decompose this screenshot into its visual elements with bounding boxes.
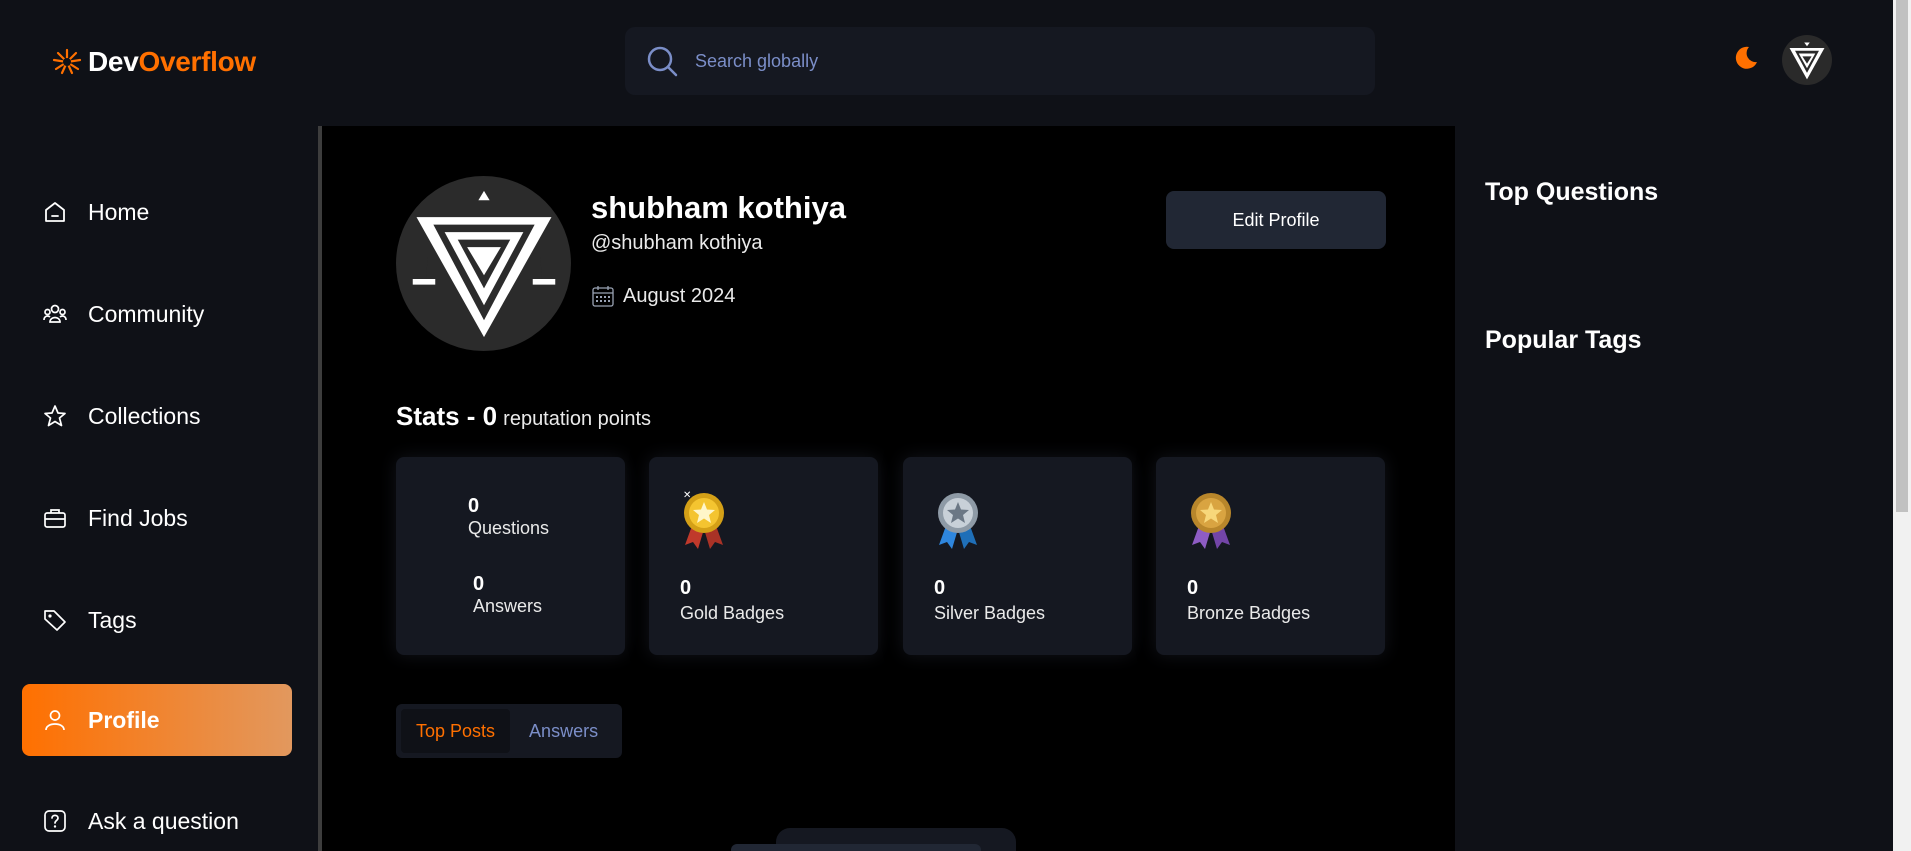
home-icon	[45, 202, 65, 222]
stats-reputation-label: reputation points	[503, 408, 652, 430]
edit-profile-button[interactable]: Edit Profile	[1166, 191, 1386, 249]
sidebar-item-home[interactable]: Home	[22, 176, 292, 248]
top-questions-title: Top Questions	[1485, 178, 1659, 206]
logo-icon	[52, 48, 82, 75]
users-icon	[43, 304, 67, 323]
sidebar-item-collections[interactable]: Collections	[22, 380, 292, 452]
sidebar-item-tags[interactable]: Tags	[22, 584, 292, 656]
svg-text:✕: ✕	[683, 490, 691, 501]
bronze-medal-icon	[1191, 493, 1231, 549]
logo[interactable]: DevOverflow	[50, 46, 256, 78]
global-search	[625, 27, 1375, 95]
left-sidebar: Home Community Collections Find Jobs Tag…	[0, 126, 322, 851]
bronze-badges-label: Bronze Badges	[1187, 603, 1311, 623]
profile-tabs: Top Posts Answers	[396, 704, 622, 758]
scrollbar-thumb[interactable]	[1896, 0, 1908, 512]
tab-answers[interactable]: Answers	[514, 709, 613, 753]
profile-avatar	[396, 176, 571, 351]
sidebar-item-find-jobs[interactable]: Find Jobs	[22, 482, 292, 554]
page-scrollbar[interactable]	[1893, 0, 1911, 851]
theme-toggle[interactable]	[1730, 43, 1760, 73]
silver-medal-icon	[938, 493, 978, 549]
moon-icon	[1735, 46, 1757, 69]
content-loader-bar	[731, 844, 981, 851]
profile-joined-date: August 2024	[623, 284, 736, 307]
questions-answers-card: 0 Questions 0 Answers	[396, 457, 625, 655]
sidebar-item-label: Find Jobs	[88, 504, 188, 531]
sidebar-item-ask-question[interactable]: Ask a question	[22, 785, 292, 851]
popular-tags-title: Popular Tags	[1485, 326, 1642, 354]
sidebar-item-label: Home	[88, 198, 150, 225]
question-icon	[44, 810, 66, 832]
profile-joined: August 2024	[591, 284, 735, 308]
profile-username: @shubham kothiya	[591, 232, 763, 254]
silver-badges-count: 0	[934, 577, 946, 599]
tag-icon	[44, 610, 66, 631]
avatar[interactable]	[1782, 35, 1832, 85]
stats-reputation-value: Stats - 0	[396, 401, 498, 431]
tab-top-posts[interactable]: Top Posts	[401, 709, 511, 753]
sidebar-item-profile[interactable]: Profile	[22, 684, 292, 756]
sidebar-item-label: Community	[88, 300, 205, 327]
calendar-icon	[592, 286, 614, 307]
gold-badges-label: Gold Badges	[680, 603, 785, 623]
gold-badges-count: 0	[680, 577, 692, 599]
right-sidebar: Top Questions Popular Tags	[1455, 126, 1893, 851]
bronze-badges-count: 0	[1187, 577, 1199, 599]
user-icon	[45, 710, 65, 731]
sidebar-item-community[interactable]: Community	[22, 278, 292, 350]
stats-title: Stats - 0 reputation points	[396, 401, 651, 432]
suitcase-icon	[44, 509, 66, 528]
profile-name: shubham kothiya	[591, 190, 846, 225]
top-navbar: DevOverflow	[0, 0, 1893, 126]
gold-medal-icon: ✕	[683, 490, 724, 549]
profile-avatar-logo-icon	[412, 190, 555, 337]
sidebar-item-label: Ask a question	[88, 807, 239, 834]
silver-badges-label: Silver Badges	[934, 603, 1046, 623]
avatar-logo-icon	[1789, 42, 1825, 80]
search-icon	[647, 46, 678, 77]
search-input[interactable]	[695, 50, 1295, 72]
bronze-badges-card: 0 Bronze Badges	[1156, 457, 1385, 655]
silver-badges-card: 0 Silver Badges	[903, 457, 1132, 655]
gold-badges-card: ✕ 0 Gold Badges	[649, 457, 878, 655]
sidebar-item-label: Profile	[88, 706, 160, 733]
logo-text: DevOverflow	[88, 46, 256, 77]
main-content: shubham kothiya @shubham kothiya August …	[326, 126, 1455, 851]
sidebar-item-label: Tags	[88, 606, 137, 633]
star-icon	[44, 405, 66, 427]
sidebar-item-label: Collections	[88, 402, 201, 429]
